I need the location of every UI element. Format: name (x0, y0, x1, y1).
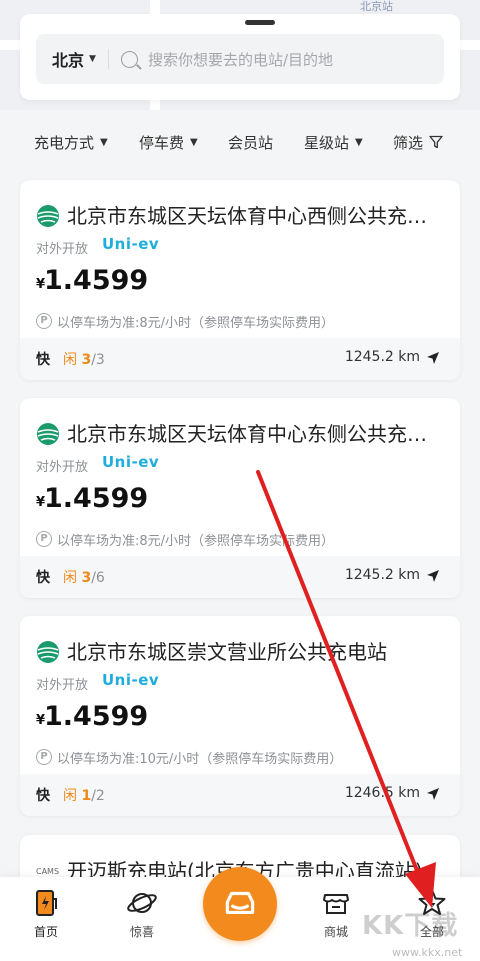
search-panel: 北京 ▼ 搜索你想要去的电站/目的地 (20, 14, 460, 100)
total-count: /2 (91, 788, 105, 804)
price: 1.4599 (44, 701, 149, 732)
parking-icon: P (36, 313, 52, 329)
operator-brand: Uni-ev (102, 453, 160, 471)
funnel-icon (429, 135, 443, 149)
filter-bar: 充电方式 ▼ 停车费 ▼ 会员站 星级站 ▼ 筛选 (0, 122, 480, 162)
drag-handle[interactable] (245, 20, 275, 25)
idle-label: 闲 (63, 788, 77, 804)
station-footer: 快 闲 3/6 1245.2 km (20, 556, 460, 598)
tab-store[interactable]: 商城 (306, 887, 366, 940)
caret-down-icon: ▼ (100, 136, 108, 148)
tab-label: 惊喜 (129, 925, 154, 939)
state-grid-logo-icon (37, 423, 59, 445)
parking-info: 以停车场为准:10元/小时（参照停车场实际费用） (57, 752, 343, 767)
navigate-arrow-icon[interactable] (426, 569, 440, 583)
svg-text:CAMS: CAMS (36, 867, 59, 876)
watermark-url: www.kkx.net (392, 946, 463, 959)
navigate-arrow-icon[interactable] (426, 351, 440, 365)
station-name: 北京市东城区崇文营业所公共充电站 (67, 640, 387, 664)
station-access-tag: 对外开放 (36, 678, 89, 693)
tab-label: 首页 (33, 925, 58, 939)
filter-label: 停车费 (139, 133, 185, 152)
center-car-button[interactable] (203, 867, 277, 941)
tab-label: 商城 (323, 925, 348, 939)
filter-charge-mode[interactable]: 充电方式 ▼ (34, 132, 108, 153)
navigate-arrow-icon[interactable] (426, 787, 440, 801)
total-count: /3 (91, 352, 105, 368)
station-card[interactable]: 北京市东城区天坛体育中心东侧公共充… 对外开放 Uni-ev ¥ 1.4599 … (20, 398, 460, 598)
idle-label: 闲 (63, 570, 77, 586)
caret-down-icon: ▼ (355, 136, 363, 148)
station-card[interactable]: 北京市东城区崇文营业所公共充电站 对外开放 Uni-ev ¥ 1.4599 P … (20, 616, 460, 816)
distance: 1245.2 km (344, 567, 420, 583)
tab-surprise[interactable]: 惊喜 (112, 887, 172, 940)
distance: 1246.5 km (344, 785, 420, 801)
parking-info: 以停车场为准:8元/小时（参照停车场实际费用） (57, 534, 335, 549)
tab-home[interactable]: 首页 (16, 887, 76, 940)
charge-speed: 快 (36, 788, 50, 804)
map-label: 北京站 (360, 0, 393, 13)
station-access-tag: 对外开放 (36, 460, 89, 475)
filter-label: 充电方式 (34, 133, 95, 152)
station-footer: 快 闲 3/3 1245.2 km (20, 338, 460, 380)
caret-down-icon: ▼ (190, 136, 198, 148)
planet-icon (127, 893, 157, 913)
filter-label: 星级站 (304, 133, 350, 152)
chevron-down-icon: ▼ (89, 54, 96, 64)
filter-parking-fee[interactable]: 停车费 ▼ (139, 132, 198, 153)
charge-speed: 快 (36, 570, 50, 586)
state-grid-logo-icon (37, 205, 59, 227)
station-card[interactable]: 北京市东城区天坛体育中心西侧公共充… 对外开放 Uni-ev ¥ 1.4599 … (20, 180, 460, 380)
watermark-logo: KK下载 (362, 911, 459, 941)
idle-count: 闲 3/3 (63, 349, 105, 369)
operator-brand: Uni-ev (102, 235, 160, 253)
idle-number: 3 (81, 570, 92, 586)
idle-number: 3 (81, 352, 92, 368)
store-icon (323, 894, 349, 914)
idle-number: 1 (81, 788, 92, 804)
search-bar[interactable]: 北京 ▼ 搜索你想要去的电站/目的地 (36, 34, 444, 84)
operator-brand: Uni-ev (102, 671, 160, 689)
state-grid-logo-icon (37, 641, 59, 663)
filter-star-station[interactable]: 星级站 ▼ (304, 132, 363, 153)
parking-icon: P (36, 749, 52, 765)
city-selector[interactable]: 北京 (52, 47, 84, 71)
total-count: /6 (91, 570, 105, 586)
station-name: 北京市东城区天坛体育中心西侧公共充… (67, 204, 427, 228)
station-footer: 快 闲 1/2 1246.5 km (20, 774, 460, 816)
filter-label: 筛选 (393, 133, 424, 152)
idle-label: 闲 (63, 352, 77, 368)
filter-label: 会员站 (228, 133, 274, 152)
station-access-tag: 对外开放 (36, 242, 89, 257)
price: 1.4599 (44, 265, 149, 296)
charge-speed: 快 (36, 352, 50, 368)
distance: 1245.2 km (344, 349, 420, 365)
search-input[interactable]: 搜索你想要去的电站/目的地 (148, 49, 333, 70)
idle-count: 闲 1/2 (63, 785, 105, 805)
price: 1.4599 (44, 483, 149, 514)
parking-icon: P (36, 531, 52, 547)
idle-count: 闲 3/6 (63, 567, 105, 587)
search-icon (120, 50, 138, 68)
parking-info: 以停车场为准:8元/小时（参照停车场实际费用） (57, 316, 335, 331)
station-name: 北京市东城区天坛体育中心东侧公共充… (67, 422, 427, 446)
divider (107, 49, 109, 69)
filter-more[interactable]: 筛选 (393, 132, 443, 153)
home-charger-icon (36, 890, 57, 916)
car-icon (225, 891, 255, 914)
filter-member-station[interactable]: 会员站 (228, 132, 273, 153)
